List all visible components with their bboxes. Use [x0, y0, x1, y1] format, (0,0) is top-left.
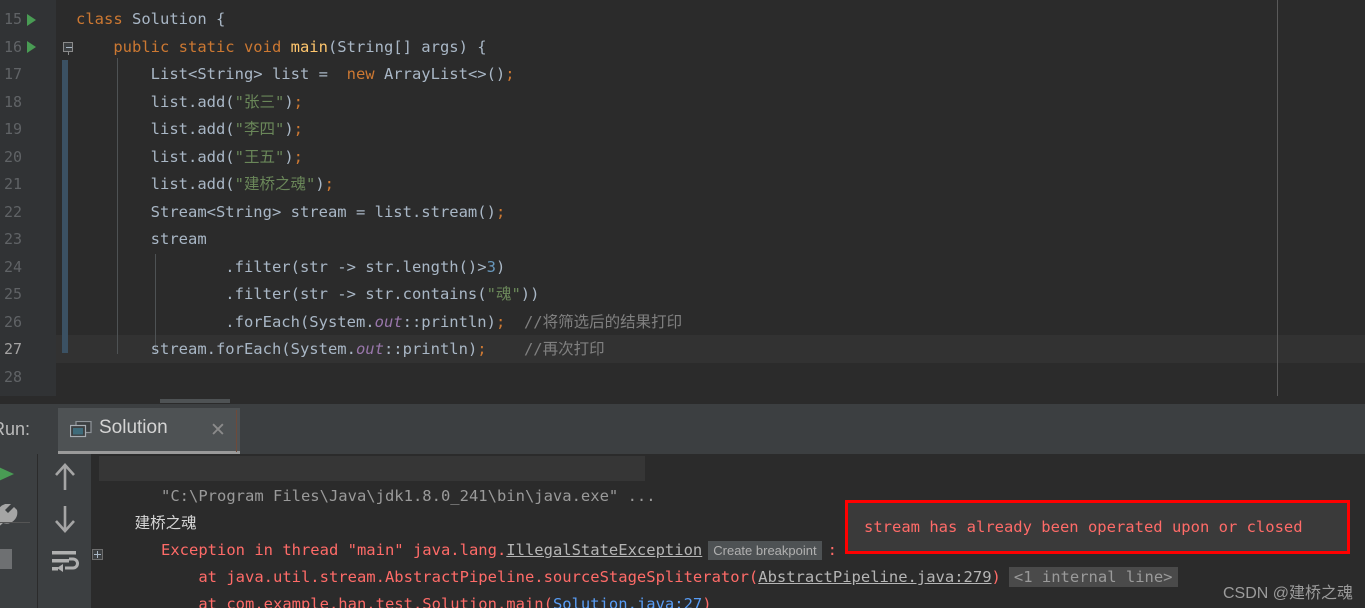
source-code[interactable]: class Solution { public static void main…: [76, 0, 682, 358]
line-number: 18: [3, 92, 22, 111]
code-fold-icon[interactable]: [62, 34, 74, 62]
expand-stacktrace-icon[interactable]: [92, 549, 103, 560]
toolbar-divider: [0, 522, 30, 523]
tab-divider: [236, 410, 237, 452]
stop-icon[interactable]: [0, 546, 20, 576]
right-margin-guide: [1277, 0, 1278, 404]
line-number: 17: [3, 65, 22, 83]
error-message-highlight-box: stream has already been operated upon or…: [845, 500, 1350, 554]
stack-line-link[interactable]: AbstractPipeline.java:279: [758, 568, 991, 586]
stack-line-link[interactable]: Solution.java:27: [553, 595, 702, 608]
line-number: 20: [3, 147, 22, 166]
run-actions-toolbar[interactable]: [0, 454, 36, 608]
run-class-gutter-icon[interactable]: [24, 6, 38, 34]
line-number: 25: [3, 285, 22, 303]
code-editor[interactable]: 15 16 17 18 19 20 21 22 23 24 25 26 27 2…: [0, 0, 1365, 404]
line-number: 21: [3, 175, 22, 193]
line-number: 19: [3, 120, 22, 138]
wrench-icon[interactable]: [0, 503, 22, 534]
line-number: 15: [3, 10, 22, 28]
line-number: 24: [3, 257, 22, 276]
console-command: "C:\Program Files\Java\jdk1.8.0_241\bin\…: [161, 487, 656, 505]
scroll-down-icon[interactable]: [51, 504, 79, 538]
line-number: 16: [3, 37, 22, 56]
horizontal-scrollbar[interactable]: [160, 399, 230, 403]
close-icon[interactable]: ✕: [210, 419, 226, 442]
run-configuration-icon: [69, 420, 92, 438]
soft-wrap-icon[interactable]: [51, 550, 79, 580]
stack-line-suffix: ): [702, 595, 712, 608]
csdn-watermark: CSDN @建桥之魂: [1222, 585, 1353, 602]
folded-internal-lines[interactable]: <1 internal line>: [1008, 567, 1178, 587]
line-number: 22: [3, 202, 22, 221]
stack-line-suffix: ): [991, 568, 1001, 586]
error-message-text: stream has already been operated upon or…: [864, 518, 1303, 536]
line-number: 28: [3, 367, 22, 386]
stack-line-prefix: at com.example.han.test.Solution.main(: [161, 595, 553, 608]
line-number: 23: [3, 230, 22, 248]
run-method-gutter-icon[interactable]: [24, 34, 38, 62]
method-scope-indicator: [62, 60, 68, 353]
line-number: 26: [3, 312, 22, 331]
rerun-icon[interactable]: [0, 462, 26, 490]
run-tool-window-label: Run:: [0, 419, 31, 439]
console-actions-toolbar[interactable]: [37, 454, 91, 608]
scroll-up-icon[interactable]: [51, 462, 79, 496]
line-number-current: 27: [3, 340, 22, 358]
tab-solution-label: Solution: [99, 417, 168, 438]
editor-top-stub: [0, 0, 1365, 5]
run-tab-bar: Run: Solution ✕: [0, 404, 1365, 454]
